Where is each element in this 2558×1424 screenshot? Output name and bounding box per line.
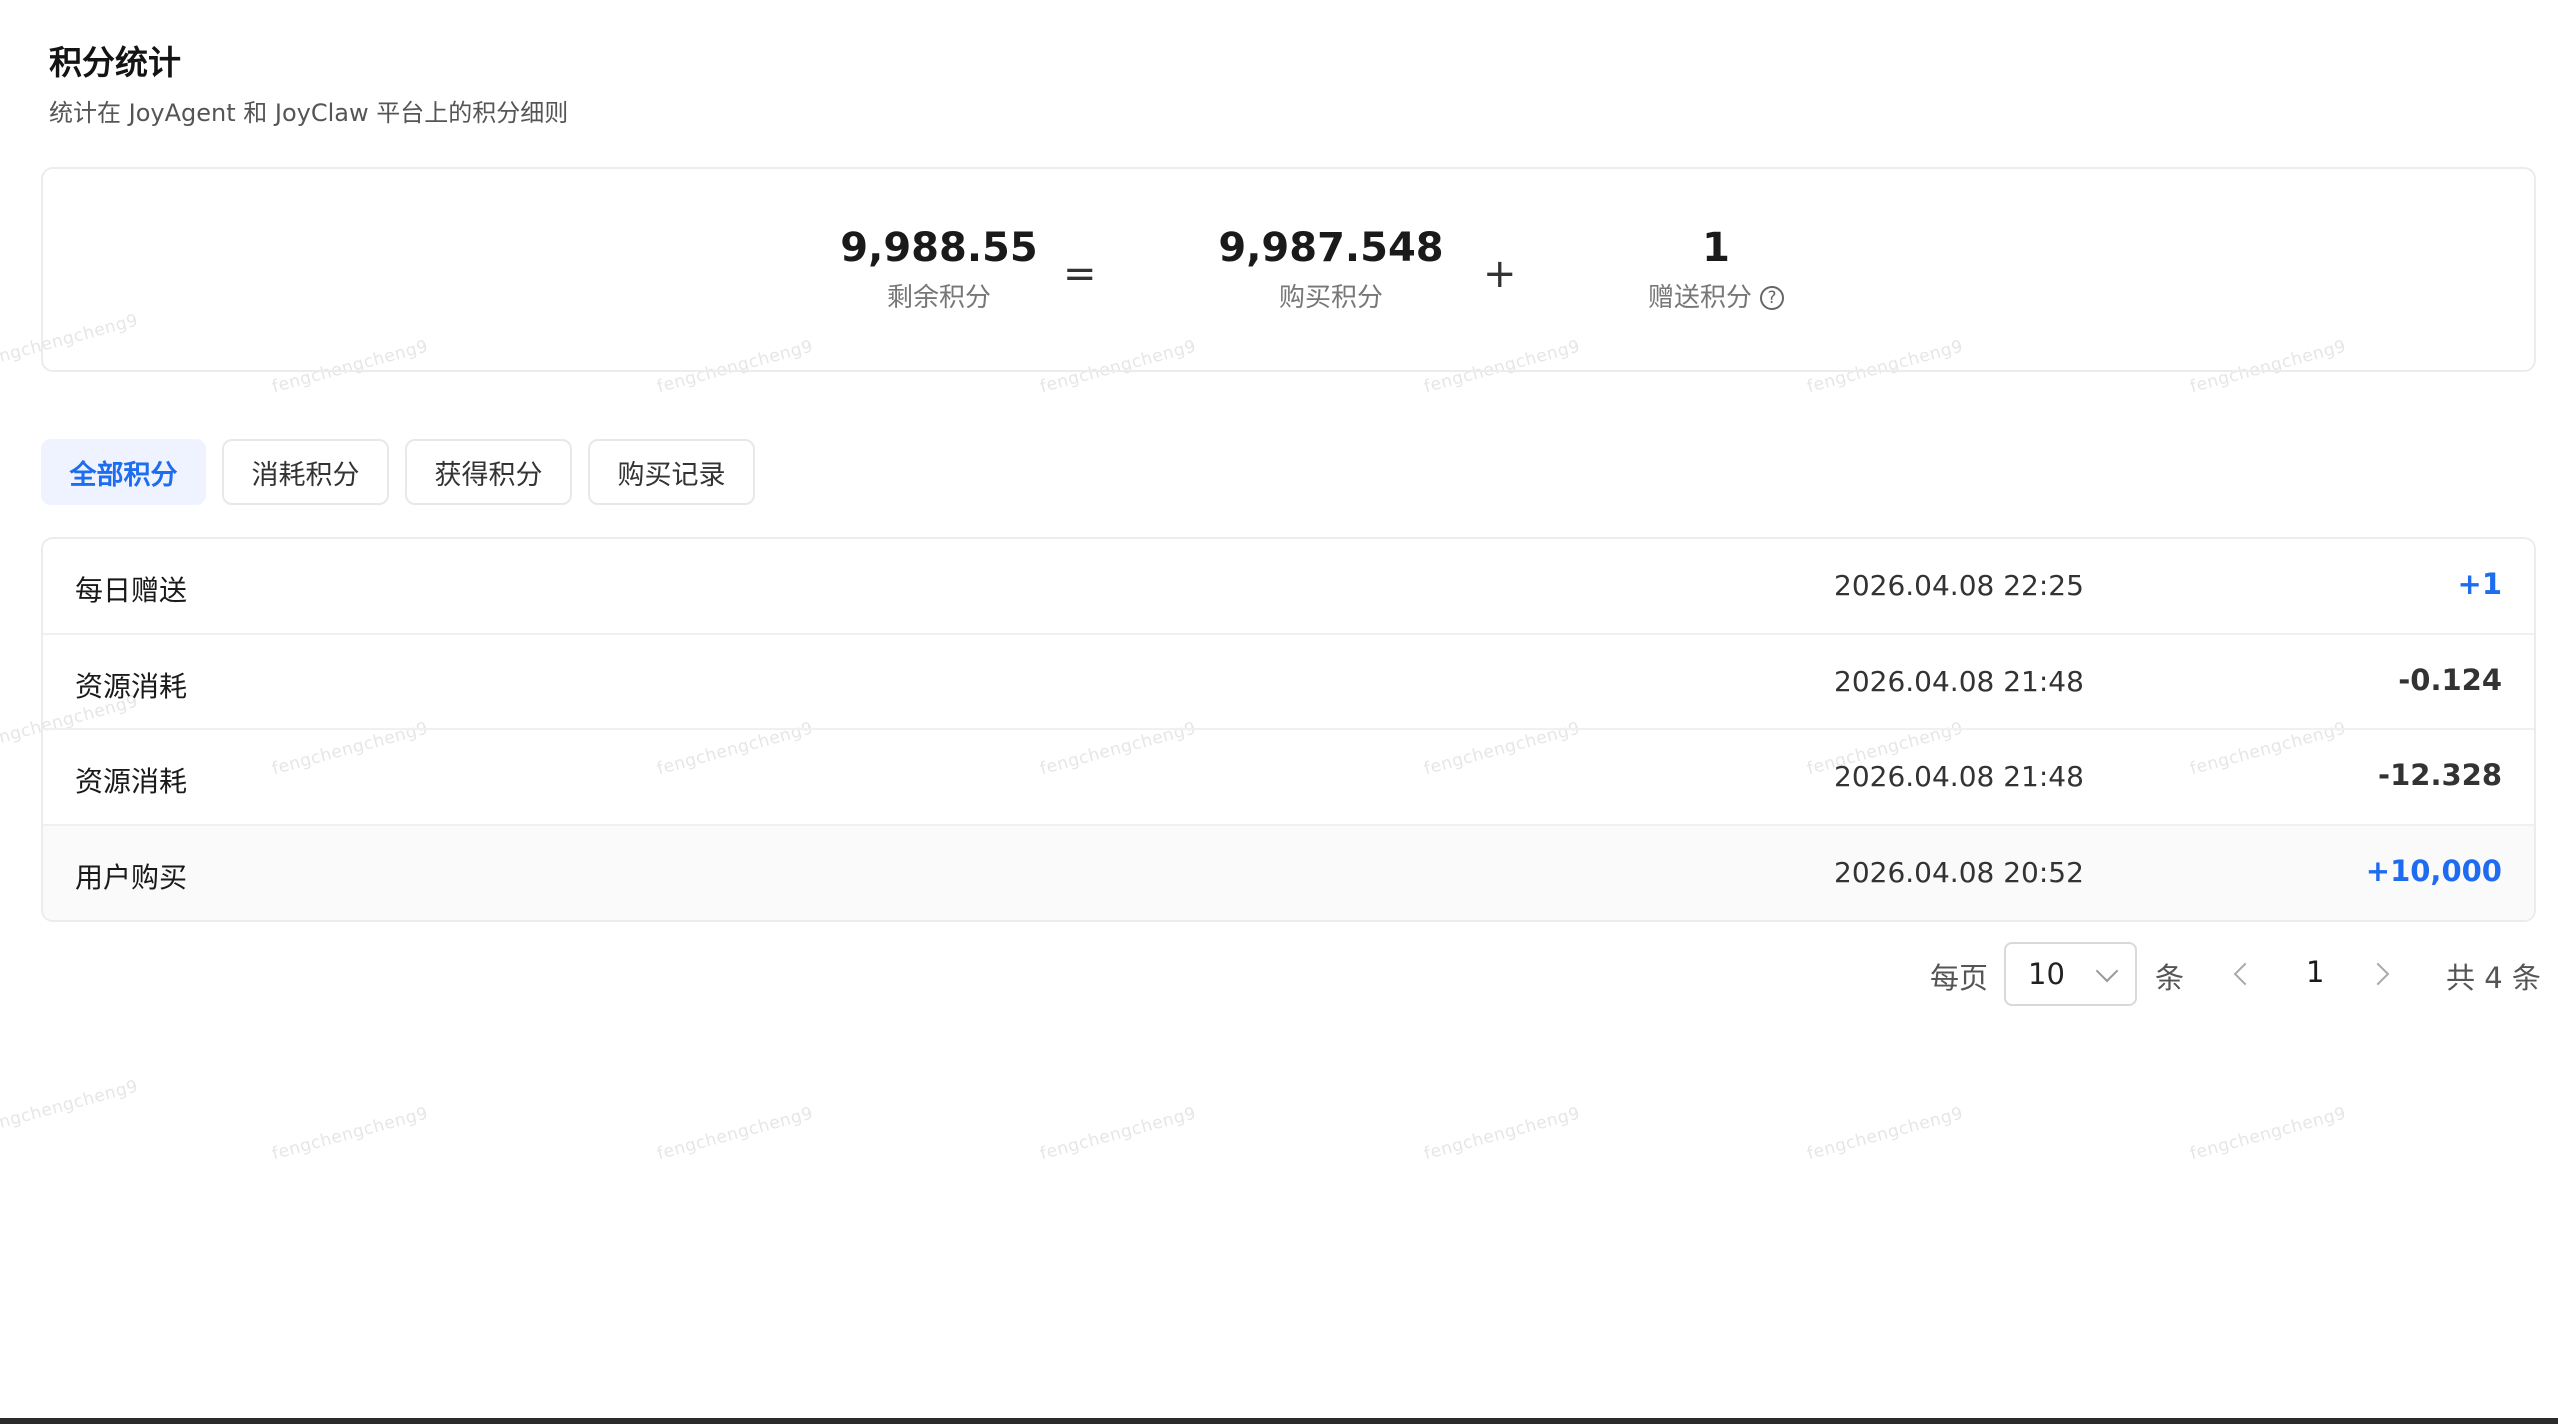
- record-name: 资源消耗: [75, 765, 188, 798]
- gifted-points-stat: 1 赠送积分 ?: [1553, 224, 1879, 314]
- page-size-value: 10: [2028, 957, 2065, 991]
- tab-all-points[interactable]: 全部积分: [41, 439, 206, 505]
- gifted-points-label: 赠送积分: [1647, 283, 1752, 313]
- record-amount: +1: [2457, 567, 2502, 601]
- table-row: 资源消耗 2026.04.08 21:48 -12.328: [43, 730, 2534, 826]
- per-page-unit: 条: [2155, 961, 2185, 995]
- record-amount: -12.328: [2378, 758, 2502, 792]
- gifted-points-value: 1: [1702, 225, 1730, 271]
- record-amount: -0.124: [2398, 662, 2502, 697]
- record-name: 用户购买: [75, 860, 188, 894]
- remaining-points-value: 9,988.55: [840, 225, 1038, 271]
- table-row: 资源消耗 2026.04.08 21:48 -0.124: [43, 635, 2534, 730]
- watermark: fengchengcheng9: [270, 1103, 431, 1165]
- record-time: 2026.04.08 20:52: [1834, 855, 2084, 889]
- points-summary-card: 9,988.55 剩余积分 = 9,987.548 购买积分 + 1 赠送积分 …: [41, 167, 2536, 372]
- per-page-label: 每页: [1930, 961, 1989, 995]
- watermark: fengchengcheng9: [1805, 1103, 1966, 1165]
- remaining-points-label: 剩余积分: [886, 283, 991, 313]
- purchased-points-label: 购买积分: [1278, 283, 1383, 313]
- record-time: 2026.04.08 22:25: [1834, 569, 2084, 602]
- tab-purchase-records[interactable]: 购买记录: [588, 439, 755, 505]
- help-circle-icon[interactable]: ?: [1760, 286, 1784, 310]
- watermark: fengchengcheng9: [1038, 1103, 1199, 1165]
- current-page-button[interactable]: 1: [2306, 955, 2324, 989]
- plus-sign: +: [1483, 251, 1517, 297]
- bottom-border: [0, 1418, 2558, 1424]
- total-count: 共 4 条: [2446, 961, 2541, 995]
- record-time: 2026.04.08 21:48: [1834, 664, 2084, 698]
- page-size-select[interactable]: 10: [2004, 942, 2137, 1006]
- points-records-table: 每日赠送 2026.04.08 22:25 +1 资源消耗 2026.04.08…: [41, 537, 2536, 922]
- purchased-points-value: 9,987.548: [1218, 225, 1444, 271]
- pagination: 每页 10 条 1 共 4 条: [0, 942, 2558, 1008]
- tab-consumed-points[interactable]: 消耗积分: [222, 439, 389, 505]
- record-amount: +10,000: [2365, 853, 2502, 888]
- remaining-points-stat: 9,988.55 剩余积分: [776, 224, 1102, 314]
- points-tabs: 全部积分 消耗积分 获得积分 购买记录: [41, 439, 755, 505]
- prev-page-icon[interactable]: [2233, 962, 2257, 986]
- page-subtitle: 统计在 JoyAgent 和 JoyClaw 平台上的积分细则: [49, 99, 569, 127]
- watermark: fengchengcheng9: [2188, 1103, 2349, 1165]
- equals-sign: =: [1063, 251, 1097, 297]
- chevron-down-icon: [2095, 959, 2119, 983]
- purchased-points-stat: 9,987.548 购买积分: [1168, 224, 1494, 314]
- record-name: 资源消耗: [75, 669, 188, 703]
- table-row: 每日赠送 2026.04.08 22:25 +1: [43, 539, 2534, 635]
- watermark: fengchengcheng9: [655, 1103, 816, 1165]
- record-time: 2026.04.08 21:48: [1834, 760, 2084, 793]
- watermark: fengchengcheng9: [0, 1076, 141, 1138]
- table-row: 用户购买 2026.04.08 20:52 +10,000: [43, 825, 2534, 920]
- watermark: fengchengcheng9: [1422, 1103, 1583, 1165]
- page-title: 积分统计: [49, 43, 181, 82]
- record-name: 每日赠送: [75, 574, 188, 607]
- next-page-icon[interactable]: [2366, 962, 2390, 986]
- tab-earned-points[interactable]: 获得积分: [405, 439, 572, 505]
